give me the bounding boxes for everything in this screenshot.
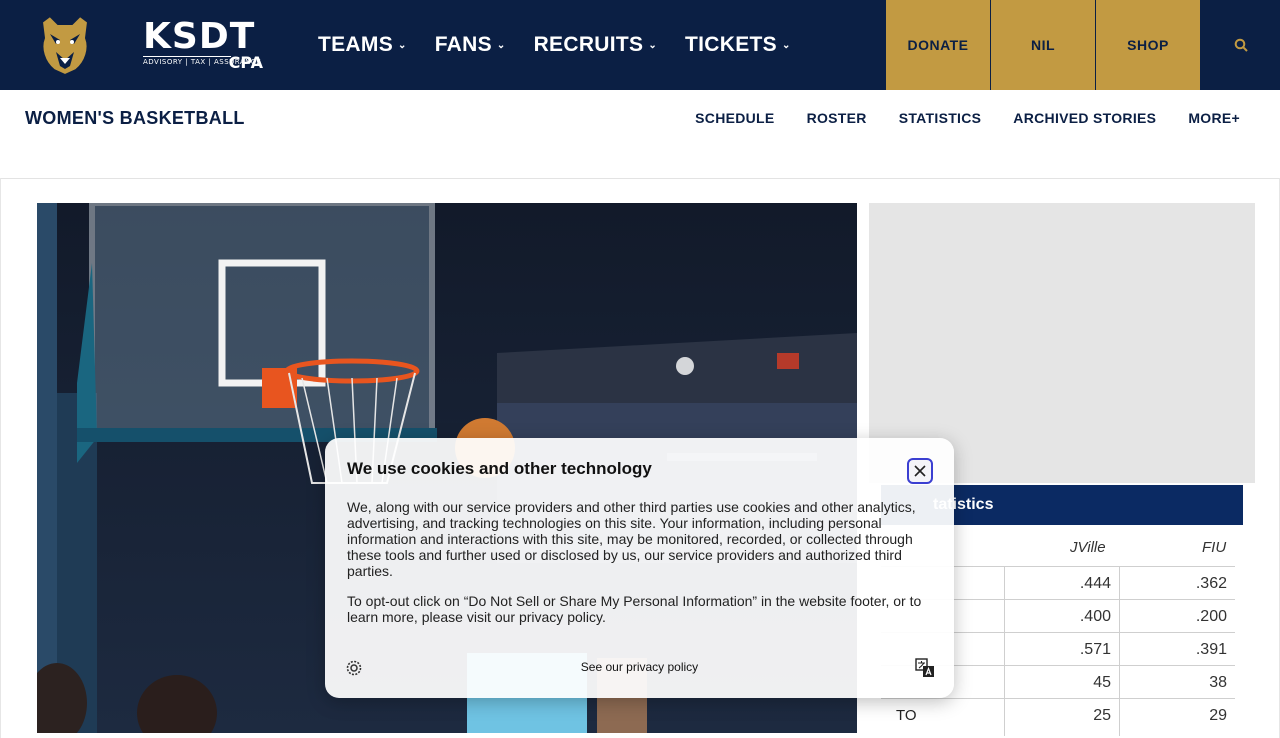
nav-teams[interactable]: TEAMS ⌄ [318, 33, 407, 57]
fiu-value: .200 [1195, 608, 1227, 625]
cookie-body-text: We, along with our service providers and… [347, 499, 916, 579]
donate-button[interactable]: DONATE [886, 0, 990, 90]
sponsor-suffix: CPA [228, 53, 263, 72]
chevron-down-icon: ⌄ [398, 39, 407, 51]
close-icon [914, 465, 926, 477]
table-row: TO 25 29 [881, 698, 1235, 732]
nav-tickets-label: TICKETS [685, 33, 777, 56]
fiu-value: .362 [1195, 575, 1227, 592]
sponsor-logo[interactable]: KSDT ADVISORY | TAX | ASSURANCE CPA [143, 16, 265, 72]
jville-value: .444 [1079, 575, 1111, 592]
sport-subnav [0, 90, 1280, 179]
team-column-jville: JVille [1070, 539, 1106, 556]
sponsor-divider [143, 56, 231, 57]
nav-tickets[interactable]: TICKETS ⌄ [685, 33, 791, 57]
search-icon [1234, 38, 1248, 52]
subnav-roster[interactable]: ROSTER [807, 110, 867, 126]
nav-fans-label: FANS [434, 33, 492, 56]
cookie-consent-dialog: We use cookies and other technology We, … [325, 438, 954, 698]
chevron-down-icon: ⌄ [648, 39, 658, 51]
panther-logo-icon[interactable] [36, 14, 94, 77]
nav-recruits[interactable]: RECRUITS ⌄ [534, 33, 657, 57]
jville-value: .571 [1079, 641, 1111, 658]
shop-button[interactable]: SHOP [1096, 0, 1200, 90]
privacy-policy-link[interactable]: See our privacy policy [325, 660, 954, 674]
jville-value: .400 [1079, 608, 1111, 625]
cookie-optout-text: To opt-out click on “Do Not Sell or Shar… [347, 593, 922, 625]
nav-recruits-label: RECRUITS [533, 33, 644, 56]
subnav-schedule[interactable]: SCHEDULE [695, 110, 774, 126]
close-button[interactable] [907, 458, 933, 484]
team-column-fiu: FIU [1202, 539, 1227, 556]
nav-fans[interactable]: FANS ⌄ [435, 33, 506, 57]
search-button[interactable] [1201, 0, 1280, 90]
translate-icon[interactable] [915, 658, 935, 678]
jville-value: 45 [1093, 674, 1111, 691]
nav-teams-label: TEAMS [318, 33, 393, 56]
nil-button[interactable]: NIL [991, 0, 1095, 90]
main-nav: TEAMS ⌄ FANS ⌄ RECRUITS ⌄ TICKETS ⌄ [318, 0, 819, 90]
cookie-title: We use cookies and other technology [347, 459, 652, 478]
fiu-value: 29 [1209, 707, 1227, 724]
top-navigation-bar: KSDT ADVISORY | TAX | ASSURANCE CPA TEAM… [0, 0, 1280, 90]
sport-links: SCHEDULE ROSTER STATISTICS ARCHIVED STOR… [663, 110, 1240, 126]
chevron-down-icon: ⌄ [781, 39, 791, 51]
fiu-value: 38 [1209, 674, 1227, 691]
row-label: TO [896, 707, 917, 724]
subnav-more[interactable]: MORE+ [1188, 110, 1240, 126]
sponsor-name: KSDT [143, 16, 256, 57]
fiu-value: .391 [1195, 641, 1227, 658]
jville-value: 25 [1093, 707, 1111, 724]
sport-title[interactable]: WOMEN'S BASKETBALL [25, 108, 245, 129]
subnav-statistics[interactable]: STATISTICS [899, 110, 982, 126]
chevron-down-icon: ⌄ [496, 39, 506, 51]
subnav-archived-stories[interactable]: ARCHIVED STORIES [1013, 110, 1156, 126]
